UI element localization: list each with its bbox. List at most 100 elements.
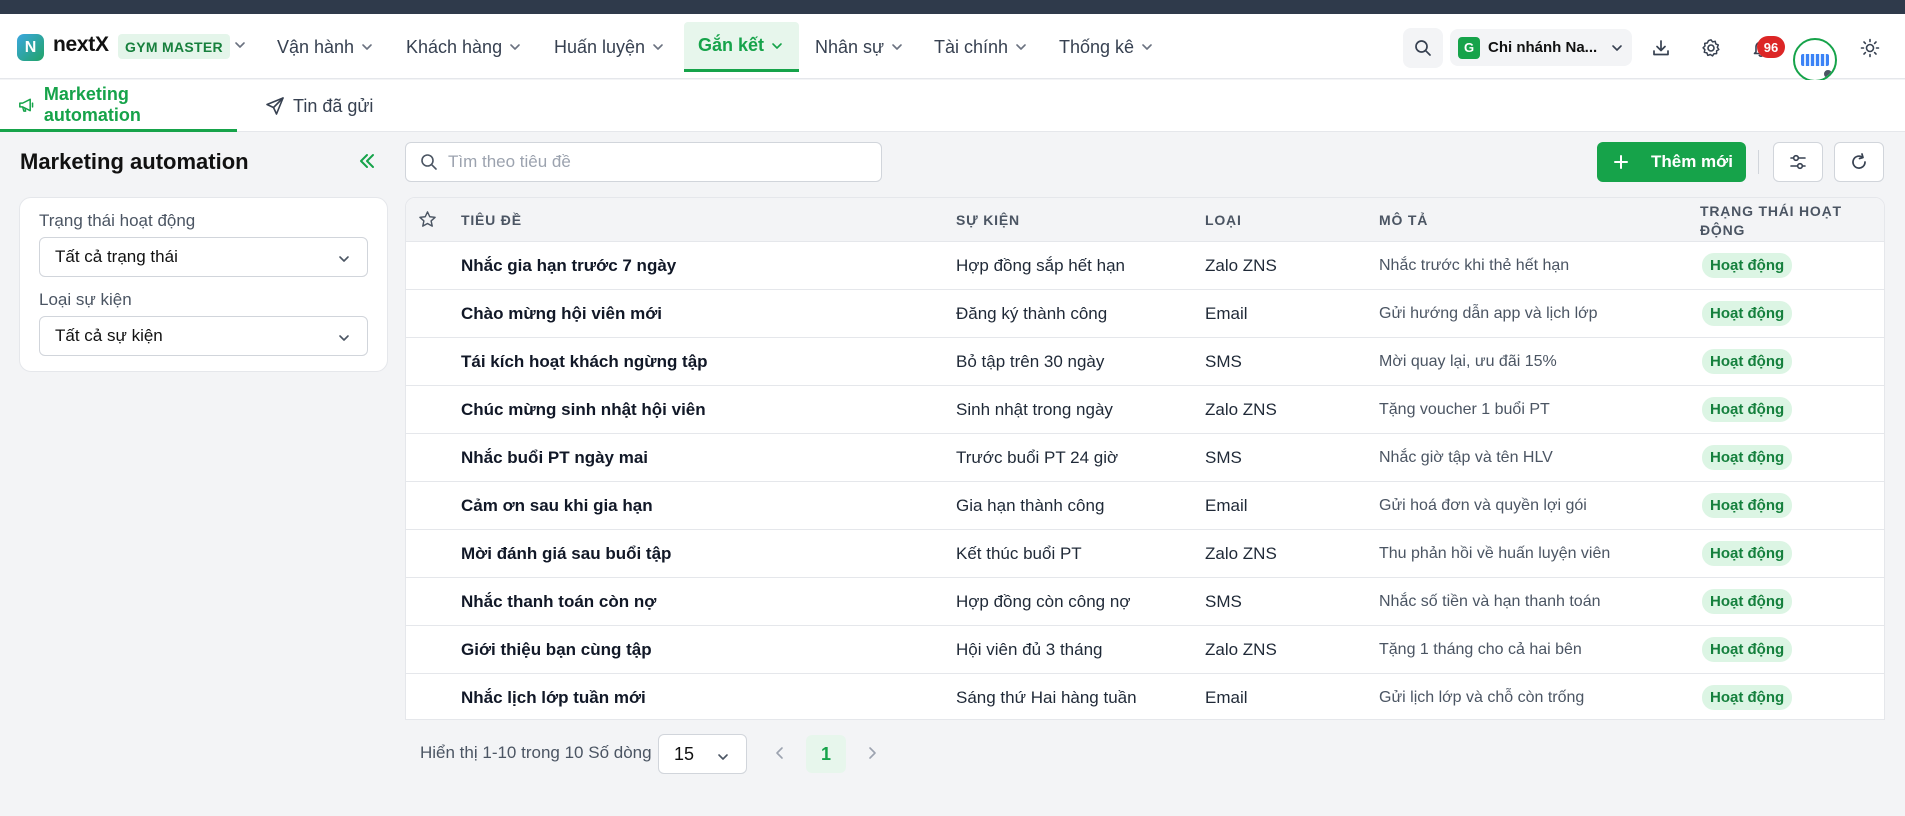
page-size-select[interactable]: 15 [658,734,747,774]
refresh-button[interactable] [1834,142,1884,182]
column-header-event[interactable]: Sự kiện [956,212,1020,228]
row-event: Đăng ký thành công [956,303,1108,323]
search-button[interactable] [1403,28,1443,68]
table-row[interactable]: Cảm ơn sau khi gia hạn Gia hạn thành côn… [406,482,1884,530]
automation-table: Tiêu đề Sự kiện Loại Mô tả Trạng thái ho… [405,197,1885,720]
nav-item-label: Vận hành [277,36,355,57]
table-row[interactable]: Nhắc buổi PT ngày mai Trước buổi PT 24 g… [406,434,1884,482]
row-event: Sáng thứ Hai hàng tuần [956,687,1137,707]
row-status-cell: Hoạt động [1702,434,1793,481]
row-type: SMS [1205,447,1242,467]
row-title[interactable]: Nhắc gia hạn trước 7 ngày [461,242,676,289]
tab-sent-messages[interactable]: Tin đã gửi [265,80,373,132]
row-title[interactable]: Nhắc thanh toán còn nợ [461,578,656,625]
chevron-down-icon [1142,44,1152,50]
nav-item-nhan-su[interactable]: Nhân sự [801,22,918,72]
table-row[interactable]: Chào mừng hội viên mới Đăng ký thành côn… [406,290,1884,338]
logo-icon[interactable]: N [17,34,44,61]
row-type: SMS [1205,591,1242,611]
row-status-cell: Hoạt động [1702,482,1793,529]
sub-navigation: Marketing automation Tin đã gửi [0,80,1905,132]
branch-selector[interactable]: G Chi nhánh Na... [1450,29,1632,66]
chevron-down-icon[interactable] [233,38,247,52]
nav-item-gan-ket[interactable]: Gắn kết [684,22,799,72]
row-status-cell: Hoạt động [1702,674,1793,719]
collapse-sidebar-icon[interactable] [355,149,379,173]
nav-item-khach-hang[interactable]: Khách hàng [392,22,536,72]
chevron-right-icon[interactable] [862,743,882,763]
chevron-left-icon[interactable] [770,743,790,763]
settings-button[interactable] [1691,28,1731,68]
star-icon[interactable] [418,210,437,229]
row-type: Email [1205,303,1248,323]
chevron-down-icon [772,42,782,49]
row-status-cell: Hoạt động [1702,242,1793,289]
status-badge: Hoạt động [1702,301,1793,326]
megaphone-icon [19,98,34,112]
avatar-image [1801,54,1829,66]
table-row[interactable]: Tái kích hoạt khách ngừng tập Bỏ tập trê… [406,338,1884,386]
table-row[interactable]: Chúc mừng sinh nhật hội viên Sinh nhật t… [406,386,1884,434]
row-status-cell: Hoạt động [1702,290,1793,337]
product-badge[interactable]: GYM MASTER [118,34,230,59]
nav-item-label: Huấn luyện [554,36,646,57]
row-title[interactable]: Giới thiệu bạn cùng tập [461,626,652,673]
add-new-button[interactable]: Thêm mới [1597,142,1746,182]
row-type: Email [1205,495,1248,515]
table-row[interactable]: Nhắc thanh toán còn nợ Hợp đồng còn công… [406,578,1884,626]
row-title[interactable]: Tái kích hoạt khách ngừng tập [461,338,708,385]
toolbar-divider [1758,150,1759,174]
status-filter-select[interactable]: Tất cả trạng thái [39,237,368,277]
nav-item-van-hanh[interactable]: Vận hành [263,22,388,72]
chevron-down-icon [362,44,372,50]
tab-marketing-automation[interactable]: Marketing automation [0,80,237,132]
download-icon [1653,40,1669,56]
branch-icon: G [1458,36,1480,59]
table-row[interactable]: Mời đánh giá sau buổi tập Kết thúc buổi … [406,530,1884,578]
search-field[interactable] [405,142,882,182]
avatar[interactable] [1793,38,1837,82]
row-type: Zalo ZNS [1205,543,1277,563]
row-description: Nhắc giờ tập và tên HLV [1379,448,1553,466]
row-event: Hợp đồng sắp hết hạn [956,255,1125,275]
row-title[interactable]: Chào mừng hội viên mới [461,290,662,337]
row-description: Gửi hoá đơn và quyền lợi gói [1379,496,1587,514]
row-description: Nhắc số tiền và hạn thanh toán [1379,592,1601,610]
sidebar-title: Marketing automation [20,149,249,174]
table-row[interactable]: Nhắc gia hạn trước 7 ngày Hợp đồng sắp h… [406,242,1884,290]
status-badge: Hoạt động [1702,253,1793,278]
download-button[interactable] [1641,28,1681,68]
filter-panel: Trạng thái hoạt động Tất cả trạng thái L… [19,197,388,372]
status-badge: Hoạt động [1702,589,1793,614]
status-badge: Hoạt động [1702,493,1793,518]
status-badge: Hoạt động [1702,397,1793,422]
nav-item-huan-luyen[interactable]: Huấn luyện [540,22,679,72]
theme-toggle-button[interactable] [1850,28,1890,68]
sun-icon [1860,38,1880,58]
row-event: Hội viên đủ 3 tháng [956,639,1103,659]
page-number-button[interactable]: 1 [806,735,846,773]
row-title[interactable]: Nhắc buổi PT ngày mai [461,434,648,481]
app-name[interactable]: nextX [53,33,109,57]
table-row[interactable]: Giới thiệu bạn cùng tập Hội viên đủ 3 th… [406,626,1884,674]
column-header-description[interactable]: Mô tả [1379,212,1428,228]
event-filter-select[interactable]: Tất cả sự kiện [39,316,368,356]
column-settings-button[interactable] [1773,142,1823,182]
row-type: Zalo ZNS [1205,255,1277,275]
row-title[interactable]: Cảm ơn sau khi gia hạn [461,482,653,529]
row-description: Tặng 1 tháng cho cả hai bên [1379,640,1582,658]
row-title[interactable]: Chúc mừng sinh nhật hội viên [461,386,706,433]
row-type: SMS [1205,351,1242,371]
search-input[interactable] [448,152,868,172]
chevron-down-icon [1612,45,1622,51]
row-title[interactable]: Mời đánh giá sau buổi tập [461,530,671,577]
row-title[interactable]: Nhắc lịch lớp tuần mới [461,674,646,719]
send-icon [266,97,284,115]
column-header-title[interactable]: Tiêu đề [461,212,522,228]
nav-item-thong-ke[interactable]: Thống kê [1045,22,1168,72]
table-row[interactable]: Nhắc lịch lớp tuần mới Sáng thứ Hai hàng… [406,674,1884,719]
column-header-status[interactable]: Trạng thái hoạt động [1700,202,1850,240]
column-header-type[interactable]: Loại [1205,212,1242,228]
nav-item-label: Thống kê [1059,36,1135,57]
nav-item-tai-chinh[interactable]: Tài chính [920,22,1042,72]
